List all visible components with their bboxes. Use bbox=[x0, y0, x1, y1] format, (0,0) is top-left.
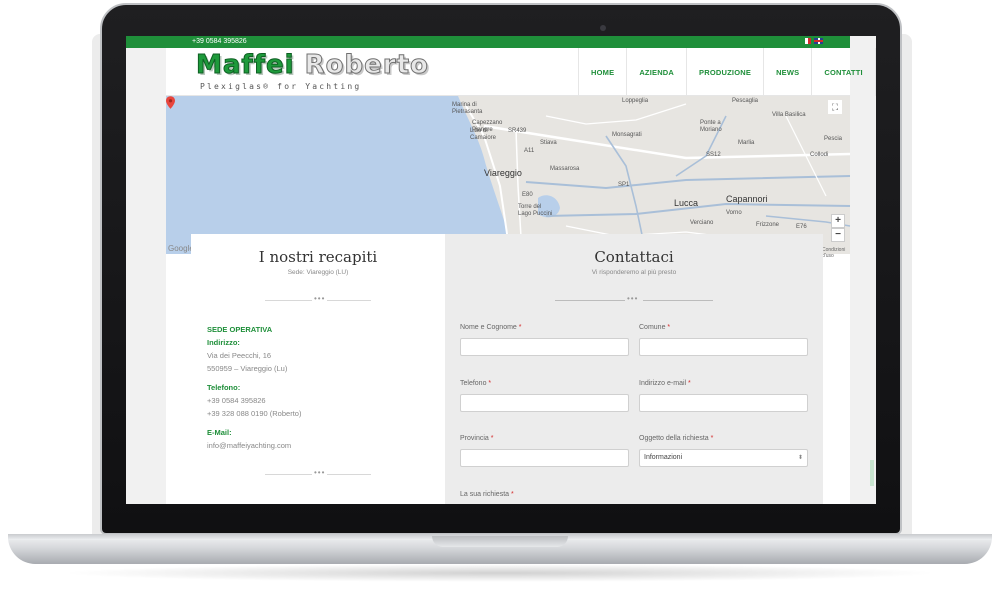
map-pin-icon[interactable] bbox=[166, 96, 175, 109]
address-line-1: Via dei Peecchi, 16 bbox=[207, 351, 272, 360]
form-title: Contattaci bbox=[594, 248, 674, 266]
nav-item-home[interactable]: HOME bbox=[578, 48, 626, 96]
map-label-massarosa: Massarosa bbox=[550, 166, 580, 172]
form-dots: ••• bbox=[627, 294, 639, 303]
road-label-a11: A11 bbox=[524, 148, 535, 154]
nav-item-produzione[interactable]: PRODUZIONE bbox=[686, 48, 763, 96]
map-label-villa: Villa Basilica bbox=[772, 112, 806, 118]
phone-2[interactable]: +39 328 088 0190 (Roberto) bbox=[207, 407, 301, 420]
zoom-out-button[interactable]: − bbox=[831, 228, 845, 242]
phone-1[interactable]: +39 0584 395826 bbox=[207, 394, 301, 407]
map-label-moriano: Ponte a Moriano bbox=[700, 120, 722, 133]
email-link[interactable]: info@maffeiyachting.com bbox=[207, 439, 301, 452]
english-flag-icon[interactable] bbox=[814, 38, 823, 44]
contacts-panel: I nostri recapiti Sede: Viareggio (LU) •… bbox=[191, 234, 445, 504]
nav-item-contatti[interactable]: CONTATTI bbox=[811, 48, 876, 96]
map-label-loppeglia: Loppeglia bbox=[622, 98, 649, 104]
map-terms-link[interactable]: Condizioni d'uso bbox=[822, 247, 850, 259]
form-subtitle: Vi risponderemo al più presto bbox=[591, 269, 677, 276]
top-phone: +39 0584 395826 bbox=[192, 38, 247, 45]
oggetto-selected-value: Informazioni bbox=[644, 454, 683, 461]
map-label-marlia: Marlia bbox=[738, 140, 755, 146]
map-label-monsagrati: Monsagrati bbox=[612, 132, 642, 138]
address-line-2: 550959 – Viareggio (Lu) bbox=[207, 364, 288, 373]
top-bar: +39 0584 395826 bbox=[166, 36, 850, 48]
logo-text-maffei: Maffei bbox=[196, 50, 305, 81]
screen: +39 0584 395826 Maffei Roberto Plexiglas… bbox=[126, 36, 876, 504]
map-label-vorno: Vorno bbox=[726, 210, 742, 216]
map-label-pescia: Pescia bbox=[824, 136, 843, 142]
laptop-frame: +39 0584 395826 Maffei Roberto Plexiglas… bbox=[0, 0, 1000, 604]
nav-item-news[interactable]: NEWS bbox=[763, 48, 811, 96]
label-provincia: Provincia * bbox=[460, 435, 494, 442]
label-email: Indirizzo e-mail * bbox=[639, 380, 691, 387]
google-map[interactable]: Marina di Pietrasanta Capezzano Pianore Li… bbox=[166, 96, 850, 254]
side-tab[interactable] bbox=[870, 460, 874, 486]
logo-tagline: Plexiglas® for Yachting bbox=[200, 82, 362, 91]
road-label-sr439: SR439 bbox=[508, 128, 527, 134]
road-label-ss12: SS12 bbox=[706, 152, 721, 158]
laptop-notch bbox=[432, 536, 568, 547]
map-label-pescaglia: Pescaglia bbox=[732, 98, 759, 104]
contact-form-panel: Contattaci Vi risponderemo al più presto… bbox=[445, 234, 823, 504]
label-comune: Comune * bbox=[639, 324, 671, 331]
email-input[interactable] bbox=[639, 394, 808, 412]
map-label-stiava: Stiava bbox=[540, 140, 557, 146]
label-richiesta: La sua richiesta * bbox=[460, 491, 514, 498]
logo[interactable]: Maffei Roberto bbox=[196, 50, 429, 81]
nome-input[interactable] bbox=[460, 338, 629, 356]
web-page: +39 0584 395826 Maffei Roberto Plexiglas… bbox=[166, 36, 876, 504]
map-label-frizzone: Frizzone bbox=[756, 222, 780, 228]
fullscreen-icon[interactable]: ⛶ bbox=[828, 100, 842, 114]
form-separator-right bbox=[643, 300, 713, 301]
label-oggetto: Oggetto della richiesta * bbox=[639, 435, 714, 442]
contacts-subtitle: Sede: Viareggio (LU) bbox=[287, 269, 349, 276]
indirizzo-label: Indirizzo: bbox=[207, 338, 240, 347]
zoom-in-button[interactable]: + bbox=[831, 214, 845, 228]
chevron-updown-icon: ⬍ bbox=[797, 455, 803, 461]
sede-label: SEDE OPERATIVA bbox=[207, 325, 273, 334]
telefono-input[interactable] bbox=[460, 394, 629, 412]
road-label-e80: E80 bbox=[522, 192, 533, 198]
contacts-dots-bottom: ••• bbox=[312, 468, 328, 477]
camera-icon bbox=[600, 25, 606, 31]
map-label-verciano: Verciano bbox=[690, 220, 714, 226]
map-label-viareggio: Viareggio bbox=[484, 168, 522, 178]
telefono-label: Telefono: bbox=[207, 383, 241, 392]
contacts-info: SEDE OPERATIVA Indirizzo: Via dei Peecch… bbox=[207, 323, 301, 452]
map-label-lucca: Lucca bbox=[674, 198, 699, 208]
comune-input[interactable] bbox=[639, 338, 808, 356]
map-label-capannori: Capannori bbox=[726, 194, 768, 204]
map-label-collodi: Collodi bbox=[810, 152, 829, 158]
oggetto-select[interactable]: Informazioni ⬍ bbox=[639, 449, 808, 467]
site-header: Maffei Roberto Plexiglas® for Yachting H… bbox=[166, 48, 876, 96]
map-label-lido: Lido di Camaiore bbox=[470, 128, 497, 141]
map-label-torre: Torre del Lago Puccini bbox=[518, 204, 553, 217]
label-nome: Nome e Cognome * bbox=[460, 324, 522, 331]
form-separator-left bbox=[555, 300, 625, 301]
road-label-e76: E76 bbox=[796, 224, 807, 230]
map-label-marina: Marina di Pietrasanta bbox=[452, 102, 483, 115]
floor-shadow bbox=[60, 564, 940, 582]
email-label: E-Mail: bbox=[207, 428, 232, 437]
italian-flag-icon[interactable] bbox=[802, 38, 811, 44]
provincia-input[interactable] bbox=[460, 449, 629, 467]
contacts-title: I nostri recapiti bbox=[258, 248, 378, 266]
google-logo[interactable]: Google bbox=[168, 244, 194, 253]
nav-item-azienda[interactable]: AZIENDA bbox=[626, 48, 686, 96]
road-label-sp1: SP1 bbox=[618, 182, 630, 188]
logo-text-roberto: Roberto bbox=[304, 50, 429, 81]
label-telefono: Telefono * bbox=[460, 380, 492, 387]
main-nav: HOME AZIENDA PRODUZIONE NEWS CONTATTI bbox=[578, 48, 876, 96]
contacts-dots: ••• bbox=[312, 294, 328, 303]
